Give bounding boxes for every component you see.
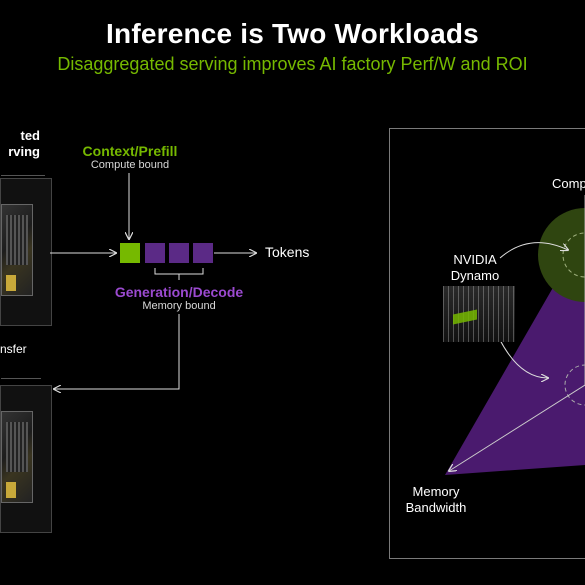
compute-axis-label: Comp xyxy=(552,176,585,191)
decode-token-1 xyxy=(145,243,165,263)
decode-brace xyxy=(154,268,204,280)
decode-token-3 xyxy=(193,243,213,263)
dynamo-rack-image xyxy=(443,286,515,342)
arrow-decode-to-bottom xyxy=(54,314,180,389)
dynamo-rack-glow xyxy=(453,309,477,325)
prefill-token xyxy=(120,243,140,263)
dynamo-line2: Dynamo xyxy=(450,268,500,283)
compute-circle xyxy=(538,208,585,302)
memory-bandwidth-label: Memory Bandwidth xyxy=(390,484,482,516)
dynamo-label: NVIDIA Dynamo xyxy=(435,252,515,284)
decode-token-2 xyxy=(169,243,189,263)
dynamo-line1: NVIDIA xyxy=(453,252,497,267)
memory-line2: Bandwidth xyxy=(405,500,467,515)
memory-line1: Memory xyxy=(412,484,460,499)
